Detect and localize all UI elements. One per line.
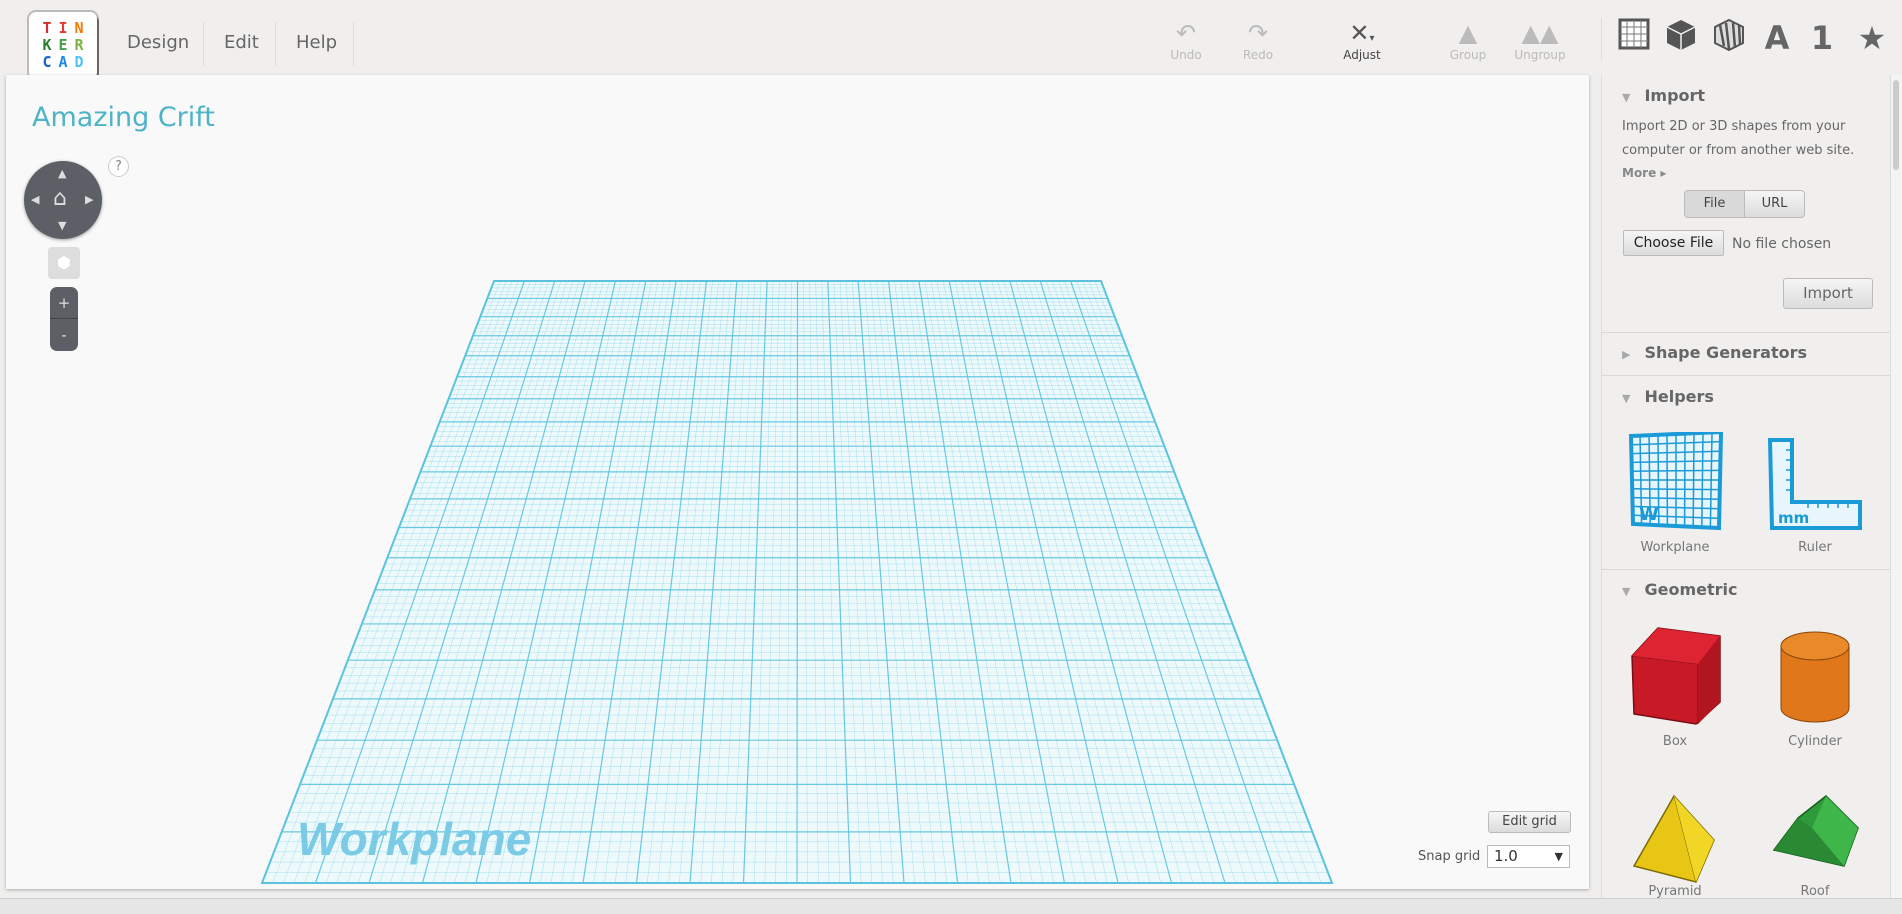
text-icon[interactable]: A: [1757, 18, 1797, 58]
logo-letter: R: [74, 36, 84, 54]
grid-line: [796, 280, 799, 884]
help-icon[interactable]: ?: [108, 156, 129, 177]
redo-button[interactable]: ↷ Redo: [1223, 18, 1293, 62]
svg-text:W: W: [1639, 504, 1659, 525]
import-description: computer or from another web site.: [1622, 143, 1855, 158]
snap-grid-select[interactable]: 1.0 ▼: [1487, 845, 1570, 868]
adjust-icon: ✕▾: [1349, 19, 1375, 47]
box-shape-icon[interactable]: [1628, 626, 1724, 726]
pan-right-icon[interactable]: ▶: [85, 193, 93, 206]
solid-cube-icon[interactable]: [1661, 18, 1701, 61]
zoom-out-button[interactable]: -: [50, 319, 78, 351]
divider: [203, 22, 204, 66]
design-canvas[interactable]: [6, 75, 1589, 889]
ungroup-button[interactable]: ▲▲ Ungroup: [1505, 18, 1575, 62]
helper-workplane-label: Workplane: [1640, 540, 1710, 555]
zoom-control: + -: [50, 287, 78, 351]
cylinder-shape-icon[interactable]: [1777, 628, 1853, 724]
logo-letter: E: [58, 36, 68, 54]
divider: [275, 22, 276, 66]
expanded-icon: ▼: [1622, 392, 1631, 405]
section-geometric-header[interactable]: ▼ Geometric: [1622, 580, 1737, 599]
panel-scrollbar[interactable]: [1890, 75, 1902, 898]
divider: [1601, 569, 1890, 570]
undo-icon: ↶: [1175, 19, 1197, 47]
tab-url[interactable]: URL: [1744, 190, 1805, 218]
pyramid-shape-icon[interactable]: [1632, 794, 1718, 884]
section-title: Import: [1644, 86, 1706, 105]
roof-shape-icon[interactable]: [1772, 794, 1860, 870]
undo-label: Undo: [1170, 48, 1202, 62]
logo-letter: T: [42, 19, 52, 37]
divider: [1601, 332, 1890, 333]
pan-down-icon[interactable]: ▼: [58, 219, 66, 232]
scrollbar-thumb[interactable]: [1893, 80, 1899, 170]
status-bar: [0, 898, 1902, 914]
helper-ruler-label: Ruler: [1798, 540, 1832, 555]
section-shape-generators-header[interactable]: ▶ Shape Generators: [1622, 343, 1807, 362]
logo-letter: C: [42, 53, 52, 71]
snap-grid-label: Snap grid: [1418, 849, 1481, 864]
workplane-label: Workplane: [297, 813, 532, 865]
design-title[interactable]: Amazing Crift: [32, 102, 215, 133]
divider: [1601, 18, 1602, 60]
shape-cylinder-label: Cylinder: [1788, 734, 1842, 749]
group-button[interactable]: ▲ Group: [1433, 18, 1503, 62]
tinkercad-logo[interactable]: TIN KER CAD: [29, 12, 97, 79]
number-icon[interactable]: 1: [1802, 18, 1842, 58]
undo-button[interactable]: ↶ Undo: [1151, 18, 1221, 62]
group-icon: ▲: [1458, 19, 1478, 47]
pan-left-icon[interactable]: ◀: [31, 193, 39, 206]
import-button[interactable]: Import: [1783, 278, 1873, 309]
logo-letter: N: [74, 19, 84, 37]
redo-label: Redo: [1242, 48, 1274, 62]
logo-letter: I: [58, 19, 68, 37]
shape-pyramid-label: Pyramid: [1648, 884, 1702, 899]
section-title: Geometric: [1644, 580, 1738, 599]
section-title: Shape Generators: [1644, 343, 1808, 362]
logo-letter: D: [74, 53, 84, 71]
pan-up-icon[interactable]: ▲: [58, 167, 66, 180]
snap-grid-value: 1.0: [1494, 847, 1518, 865]
view-cube-icon[interactable]: ⬢: [48, 247, 80, 279]
chevron-down-icon: ▼: [1554, 850, 1563, 863]
tab-file[interactable]: File: [1684, 190, 1745, 218]
section-title: Helpers: [1644, 387, 1714, 406]
ungroup-icon: ▲▲: [1521, 19, 1559, 47]
adjust-button[interactable]: ✕▾ Adjust: [1327, 18, 1397, 62]
svg-text:mm: mm: [1778, 509, 1809, 527]
view-navigation-control[interactable]: ▲ ▼ ◀ ▶ ⌂: [24, 161, 102, 239]
workplane-grid-icon[interactable]: [1614, 18, 1654, 59]
ruler-helper-icon[interactable]: mm: [1768, 438, 1864, 530]
edit-grid-button[interactable]: Edit grid: [1488, 811, 1571, 833]
zoom-in-button[interactable]: +: [50, 287, 78, 319]
workplane-helper-icon[interactable]: W: [1629, 432, 1725, 532]
more-link[interactable]: More ▸: [1622, 166, 1666, 180]
ungroup-label: Ungroup: [1514, 48, 1566, 62]
section-import-header[interactable]: ▼ Import: [1622, 86, 1705, 105]
menu-edit[interactable]: Edit: [224, 32, 259, 53]
logo-letter: A: [58, 53, 68, 71]
divider: [1601, 375, 1890, 376]
menu-help[interactable]: Help: [296, 32, 337, 53]
redo-icon: ↷: [1247, 19, 1269, 47]
menu-design[interactable]: Design: [127, 32, 189, 53]
file-status: No file chosen: [1732, 236, 1832, 252]
expanded-icon: ▼: [1622, 585, 1631, 598]
import-description: Import 2D or 3D shapes from your: [1622, 119, 1846, 134]
star-icon[interactable]: ★: [1852, 18, 1892, 58]
shape-roof-label: Roof: [1800, 884, 1830, 899]
hole-cube-icon[interactable]: [1709, 18, 1749, 61]
adjust-label: Adjust: [1343, 48, 1381, 62]
choose-file-button[interactable]: Choose File: [1623, 230, 1724, 256]
expanded-icon: ▼: [1622, 91, 1631, 104]
home-icon[interactable]: ⌂: [53, 186, 67, 211]
workplane-grid[interactable]: [6, 75, 1589, 889]
collapsed-icon: ▶: [1622, 348, 1631, 361]
logo-letter: K: [42, 36, 52, 54]
divider: [353, 22, 354, 66]
shape-box-label: Box: [1662, 734, 1688, 749]
section-helpers-header[interactable]: ▼ Helpers: [1622, 387, 1714, 406]
group-label: Group: [1449, 48, 1487, 62]
